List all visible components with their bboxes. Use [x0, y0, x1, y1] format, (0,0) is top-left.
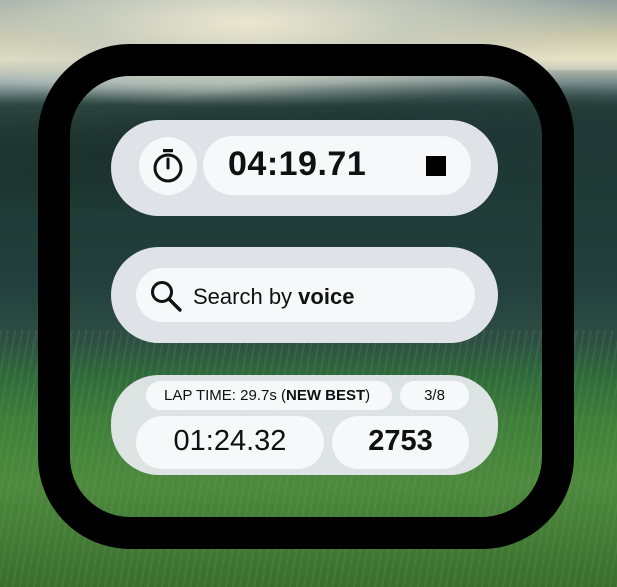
search-icon — [151, 281, 182, 312]
stopwatch-time: 04:19.71 — [228, 145, 367, 183]
lap-label-suffix: ) — [365, 387, 371, 404]
score-value: 2753 — [368, 425, 433, 457]
lap-label-bold: NEW BEST — [286, 387, 366, 404]
search-label-prefix: Search by — [193, 284, 299, 309]
lap-label-prefix: LAP TIME: 29.7s ( — [164, 387, 286, 404]
stop-icon[interactable] — [426, 156, 446, 176]
search-label-bold: voice — [298, 284, 355, 309]
search-label: Search by voice — [193, 284, 354, 310]
stopwatch-icon-button[interactable] — [139, 137, 197, 195]
lap-count: 3/8 — [424, 387, 445, 404]
stopwatch-icon — [153, 149, 183, 183]
lap-time-label: LAP TIME: 29.7s (NEW BEST) — [164, 387, 370, 404]
lap-elapsed-time: 01:24.32 — [173, 425, 287, 457]
